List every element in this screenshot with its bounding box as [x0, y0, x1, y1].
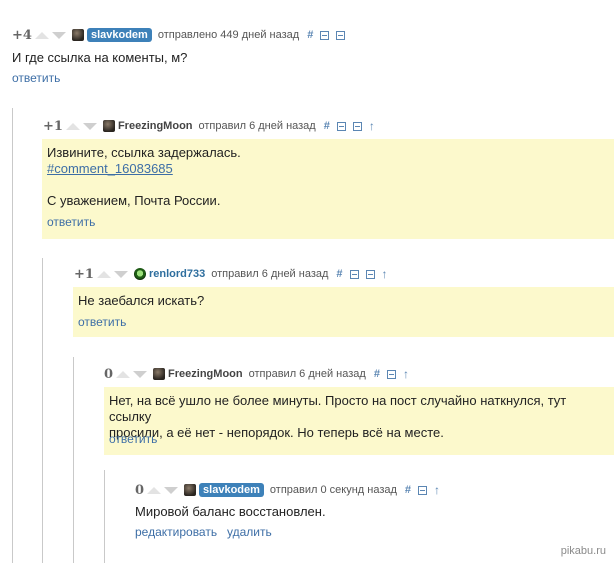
username[interactable]: slavkodem — [199, 483, 264, 497]
comment-header: 0 slavkodem отправил 0 секунд назад # ↑ — [135, 481, 440, 499]
hash-icon[interactable]: # — [405, 484, 411, 496]
edit-link[interactable]: редактировать — [135, 525, 217, 539]
comment-text: Мировой баланс восстановлен. — [135, 504, 326, 519]
delete-link[interactable]: удалить — [227, 525, 272, 539]
rating: 0 — [135, 482, 145, 498]
arrow-up-icon[interactable]: ↑ — [434, 483, 440, 497]
downvote-icon[interactable] — [164, 486, 179, 494]
watermark: pikabu.ru — [560, 545, 606, 557]
save-icon[interactable] — [418, 485, 428, 495]
comments-page: { "comments": [ { "rating": "+4", "usern… — [0, 0, 614, 563]
avatar[interactable] — [184, 484, 197, 496]
comment-body: Мировой баланс восстановлен. — [135, 504, 605, 520]
upvote-icon[interactable] — [147, 486, 162, 494]
comment-tools: # ↑ — [405, 483, 440, 497]
comment-timestamp: отправил 0 секунд назад — [269, 484, 397, 496]
comment-5: 0 slavkodem отправил 0 секунд назад # ↑ … — [0, 0, 614, 563]
